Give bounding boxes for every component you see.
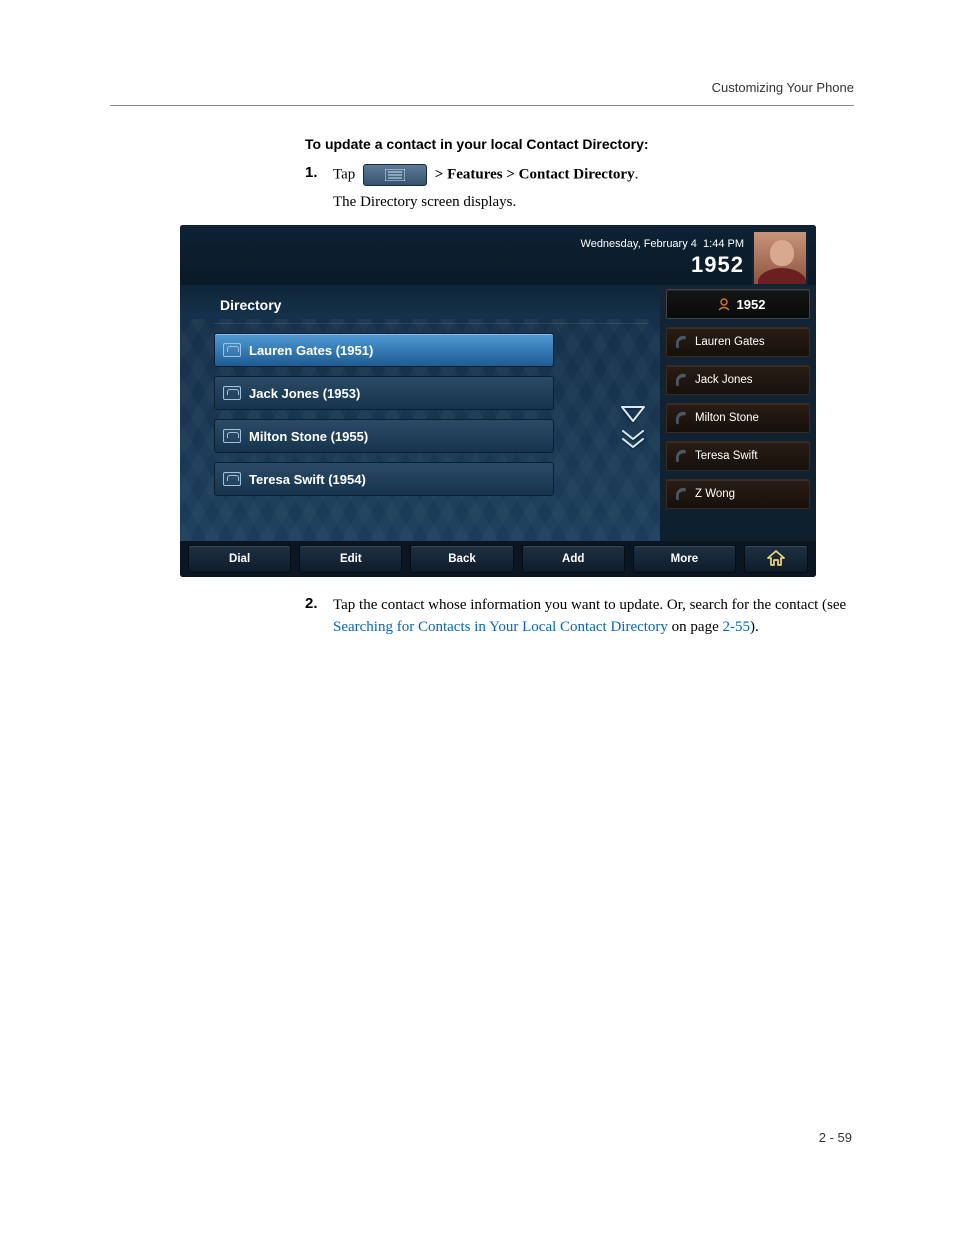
sidebar-label: Z Wong	[695, 488, 735, 500]
sidebar: 1952 Lauren Gates Jack Jones	[660, 285, 816, 541]
contact-card-icon	[223, 429, 241, 443]
directory-title: Directory	[214, 291, 648, 324]
header-rule	[110, 105, 854, 106]
step-1: 1. Tap > Features > Contact Directory.	[305, 164, 854, 186]
softkey-dial[interactable]: Dial	[188, 545, 291, 573]
contact-card-icon	[223, 472, 241, 486]
contact-card-icon	[223, 343, 241, 357]
contact-row-2[interactable]: Milton Stone (1955)	[214, 419, 554, 453]
status-date: Wednesday, February 4	[581, 238, 697, 250]
handset-icon	[671, 333, 691, 351]
phone-statusbar: Wednesday, February 4 1:44 PM 1952	[180, 225, 816, 285]
handset-icon	[671, 485, 691, 503]
softkey-edit[interactable]: Edit	[299, 545, 402, 573]
page-header-section: Customizing Your Phone	[110, 80, 854, 95]
step2-page-ref[interactable]: 2-55	[723, 619, 751, 635]
sidebar-label: Milton Stone	[695, 412, 759, 424]
step1-lead: Tap	[333, 166, 355, 182]
phone-screenshot: Wednesday, February 4 1:44 PM 1952 Direc…	[180, 225, 816, 577]
chevron-down-icon[interactable]	[620, 405, 646, 423]
handset-icon	[671, 371, 691, 389]
step1-trail: .	[635, 166, 639, 182]
avatar	[752, 230, 808, 286]
person-line-icon	[717, 297, 731, 311]
contact-row-3[interactable]: Teresa Swift (1954)	[214, 462, 554, 496]
sidebar-label: Teresa Swift	[695, 450, 758, 462]
menu-icon	[363, 164, 427, 186]
section-title: To update a contact in your local Contac…	[305, 136, 854, 152]
sidebar-label: 1952	[737, 297, 766, 312]
step2-link[interactable]: Searching for Contacts in Your Local Con…	[333, 619, 668, 635]
softkey-back[interactable]: Back	[410, 545, 513, 573]
step-number: 1.	[305, 164, 333, 186]
handset-icon	[671, 409, 691, 427]
step-2: 2. Tap the contact whose information you…	[305, 595, 854, 639]
contact-label: Milton Stone (1955)	[249, 429, 368, 444]
status-time: 1:44 PM	[703, 238, 744, 250]
softkey-more[interactable]: More	[633, 545, 736, 573]
step-number: 2.	[305, 595, 333, 639]
sidebar-item-contact-2[interactable]: Jack Jones	[666, 365, 810, 395]
contact-label: Jack Jones (1953)	[249, 386, 360, 401]
sidebar-label: Lauren Gates	[695, 336, 765, 348]
softkey-home[interactable]	[744, 545, 808, 573]
step1-path: > Features > Contact Directory	[435, 166, 635, 182]
sidebar-item-contact-1[interactable]: Lauren Gates	[666, 327, 810, 357]
sidebar-item-contact-4[interactable]: Teresa Swift	[666, 441, 810, 471]
step-2-body: Tap the contact whose information you wa…	[333, 595, 854, 639]
handset-icon	[671, 447, 691, 465]
status-extension: 1952	[581, 252, 744, 278]
double-chevron-down-icon[interactable]	[620, 429, 646, 451]
sidebar-item-line[interactable]: 1952	[666, 289, 810, 319]
main-pane: Directory Lauren Gates (1951) Jack Jones…	[180, 285, 660, 541]
contact-row-1[interactable]: Jack Jones (1953)	[214, 376, 554, 410]
sidebar-item-contact-5[interactable]: Z Wong	[666, 479, 810, 509]
page-number: 2 - 59	[819, 1130, 852, 1145]
sidebar-item-contact-3[interactable]: Milton Stone	[666, 403, 810, 433]
step2-text-b: on page	[668, 619, 723, 635]
contact-label: Teresa Swift (1954)	[249, 472, 366, 487]
step1-subtext: The Directory screen displays.	[333, 194, 854, 211]
sidebar-label: Jack Jones	[695, 374, 753, 386]
step2-text-a: Tap the contact whose information you wa…	[333, 597, 846, 613]
contact-row-0[interactable]: Lauren Gates (1951)	[214, 333, 554, 367]
step2-text-c: ).	[750, 619, 759, 635]
softkey-bar: Dial Edit Back Add More	[180, 541, 816, 577]
contact-label: Lauren Gates (1951)	[249, 343, 373, 358]
home-icon	[765, 548, 787, 571]
scroll-arrows	[620, 405, 646, 451]
contact-card-icon	[223, 386, 241, 400]
step-1-body: Tap > Features > Contact Directory.	[333, 164, 638, 186]
softkey-add[interactable]: Add	[522, 545, 625, 573]
